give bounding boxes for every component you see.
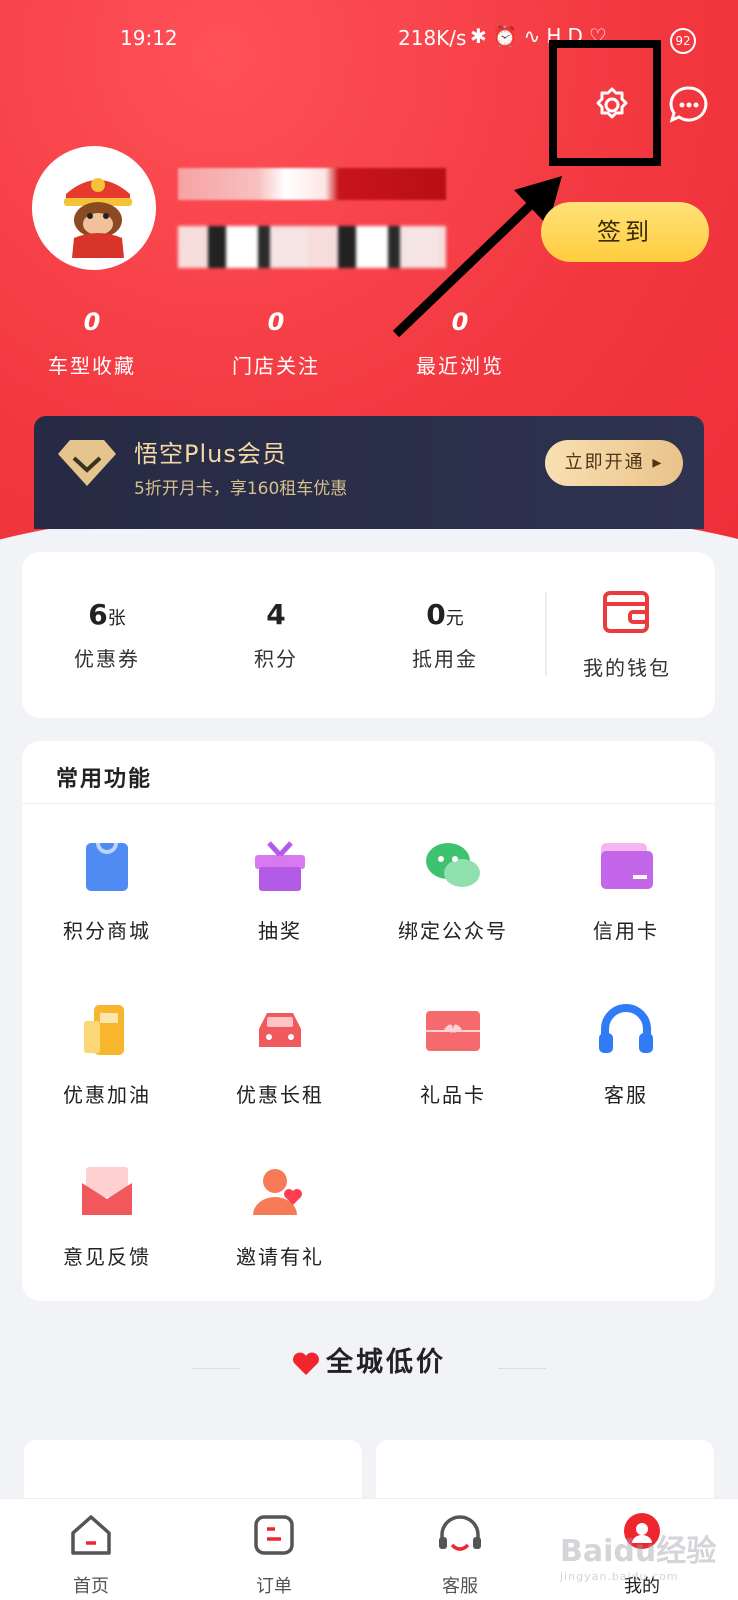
stat-label: 门店关注 bbox=[232, 354, 320, 378]
wallet-points[interactable]: 4 积分 bbox=[201, 598, 351, 672]
value-unit: 张 bbox=[107, 608, 126, 629]
watermark-url: jingyan.baidu.com bbox=[560, 1570, 679, 1583]
func-label: 积分商城 bbox=[63, 919, 151, 943]
plus-open-button[interactable]: 立即开通 ▸ bbox=[545, 440, 683, 486]
plus-title: 悟空Plus会员 bbox=[134, 440, 287, 468]
func-lottery[interactable]: 抽奖 bbox=[195, 835, 365, 944]
tab-service[interactable]: 客服 bbox=[400, 1511, 520, 1598]
message-button[interactable] bbox=[664, 80, 714, 130]
car-icon bbox=[259, 1013, 301, 1047]
divider bbox=[545, 592, 547, 676]
tab-home[interactable]: 首页 bbox=[31, 1511, 151, 1598]
func-invite[interactable]: 邀请有礼 bbox=[195, 1161, 365, 1270]
wallet-credit[interactable]: 0元 抵用金 bbox=[370, 598, 520, 672]
stat-label: 最近浏览 bbox=[416, 354, 504, 378]
func-bind-wechat[interactable]: 绑定公众号 bbox=[368, 835, 538, 944]
diamond-icon bbox=[58, 440, 116, 486]
stat-value: 0 bbox=[83, 308, 101, 336]
func-label: 客服 bbox=[604, 1083, 648, 1107]
envelope-icon bbox=[82, 1167, 132, 1215]
func-label: 邀请有礼 bbox=[236, 1245, 324, 1269]
func-fuel-discount[interactable]: 优惠加油 bbox=[22, 999, 192, 1108]
headset-icon bbox=[599, 1004, 653, 1053]
value-number: 0 bbox=[426, 598, 446, 631]
status-time: 19:12 bbox=[120, 26, 178, 50]
username-redacted bbox=[178, 168, 446, 200]
annotation-highlight-box bbox=[549, 40, 661, 166]
stat-value: 0 bbox=[451, 308, 469, 336]
func-long-rent[interactable]: 优惠长租 bbox=[195, 999, 365, 1108]
stat-label: 车型收藏 bbox=[48, 354, 136, 378]
heart-icon bbox=[293, 1352, 319, 1375]
tab-orders[interactable]: 订单 bbox=[214, 1511, 334, 1598]
tab-label: 首页 bbox=[73, 1576, 109, 1597]
value-unit: 元 bbox=[445, 608, 464, 629]
tab-label: 订单 bbox=[256, 1576, 292, 1597]
func-credit-card[interactable]: 信用卡 bbox=[541, 835, 711, 944]
func-label: 意见反馈 bbox=[63, 1245, 151, 1269]
home-icon bbox=[71, 1515, 111, 1555]
my-wallet-label[interactable]: 我的钱包 bbox=[562, 652, 692, 681]
wallet-icon[interactable] bbox=[602, 590, 650, 634]
credit-card-icon bbox=[601, 843, 653, 889]
battery-indicator: 92 bbox=[670, 28, 696, 54]
shopping-bag-icon bbox=[86, 842, 128, 891]
plus-membership-banner[interactable]: 悟空Plus会员 5折开月卡，享160租车优惠 立即开通 ▸ bbox=[34, 416, 704, 529]
gift-card-icon bbox=[426, 1011, 480, 1051]
value-number: 4 bbox=[266, 598, 286, 631]
wallet-label: 抵用金 bbox=[412, 647, 478, 671]
stat-value: 0 bbox=[267, 308, 285, 336]
func-label: 绑定公众号 bbox=[398, 919, 508, 943]
func-label: 礼品卡 bbox=[420, 1083, 486, 1107]
signin-button[interactable]: 签到 bbox=[541, 202, 709, 262]
wechat-icon bbox=[426, 843, 480, 887]
wallet-value: 0元 bbox=[370, 598, 520, 631]
func-label: 优惠长租 bbox=[236, 1083, 324, 1107]
avatar[interactable] bbox=[32, 146, 156, 270]
service-icon bbox=[439, 1515, 481, 1551]
plus-subtitle: 5折开月卡，享160租车优惠 bbox=[134, 479, 348, 499]
order-icon bbox=[254, 1515, 294, 1555]
tab-label: 客服 bbox=[442, 1576, 478, 1597]
monkey-mascot-icon bbox=[64, 178, 132, 258]
stat-favorites[interactable]: 0 车型收藏 bbox=[12, 308, 172, 379]
func-points-mall[interactable]: 积分商城 bbox=[22, 835, 192, 944]
wallet-label: 优惠券 bbox=[74, 647, 140, 671]
func-feedback[interactable]: 意见反馈 bbox=[22, 1161, 192, 1270]
chat-bubble-icon bbox=[669, 86, 708, 123]
func-gift-card[interactable]: 礼品卡 bbox=[368, 999, 538, 1108]
low-price-heading: 全城低价 bbox=[0, 1340, 738, 1379]
wallet-card: 6张 优惠券 4 积分 0元 抵用金 我的钱包 bbox=[22, 552, 715, 718]
wallet-value: 4 bbox=[201, 598, 351, 631]
func-label: 信用卡 bbox=[593, 919, 659, 943]
section-title: 常用功能 bbox=[56, 767, 153, 792]
func-label: 优惠加油 bbox=[63, 1083, 151, 1107]
value-number: 6 bbox=[88, 598, 108, 631]
wallet-label: 积分 bbox=[254, 647, 298, 671]
wallet-value: 6张 bbox=[32, 598, 182, 631]
wallet-coupons[interactable]: 6张 优惠券 bbox=[32, 598, 182, 672]
fuel-icon bbox=[84, 1005, 124, 1055]
status-net-speed: 218K/s bbox=[398, 26, 467, 50]
func-customer-service[interactable]: 客服 bbox=[541, 999, 711, 1108]
common-functions-card: 常用功能 积分商城 抽奖 绑定公众号 信用卡 优惠加油 优惠长租 礼品卡 客服 … bbox=[22, 741, 715, 1301]
watermark: Baidu经验 jingyan.baidu.com bbox=[560, 1526, 716, 1583]
func-label: 抽奖 bbox=[258, 919, 302, 943]
divider bbox=[22, 803, 715, 804]
watermark-text: Baidu经验 bbox=[560, 1534, 717, 1569]
user-id-redacted bbox=[178, 226, 446, 268]
gift-box-icon bbox=[255, 841, 305, 891]
stat-recent-views[interactable]: 0 最近浏览 bbox=[380, 308, 540, 379]
stat-followed-stores[interactable]: 0 门店关注 bbox=[196, 308, 356, 379]
low-price-title: 全城低价 bbox=[326, 1347, 446, 1378]
invite-user-icon bbox=[253, 1169, 302, 1215]
